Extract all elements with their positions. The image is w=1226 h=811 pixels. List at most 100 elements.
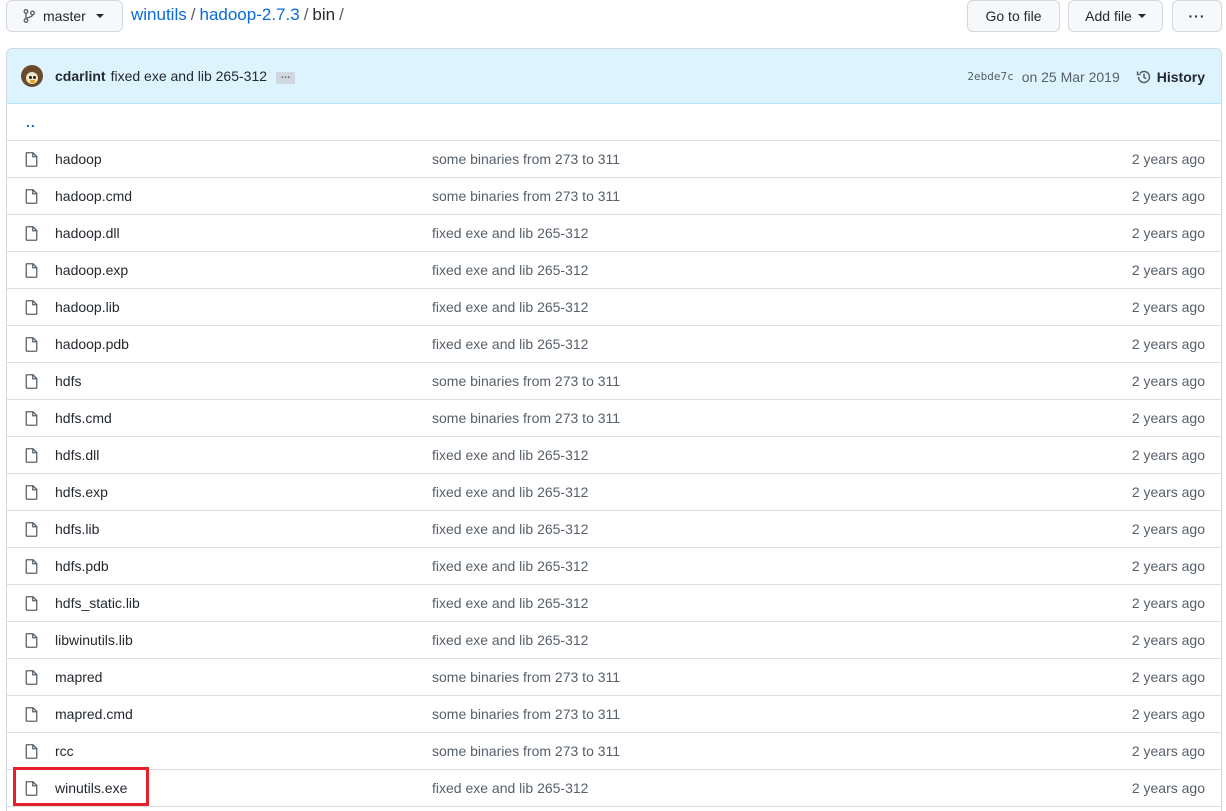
- file-name-link[interactable]: hdfs.dll: [55, 447, 99, 463]
- file-age: 2 years ago: [1131, 373, 1205, 389]
- file-row[interactable]: libwinutils.lib fixed exe and lib 265-31…: [7, 622, 1221, 659]
- file-name-link[interactable]: winutils.exe: [55, 780, 127, 796]
- file-name-link[interactable]: hadoop: [55, 151, 102, 167]
- file-age: 2 years ago: [1131, 151, 1205, 167]
- file-row[interactable]: hadoop.cmd some binaries from 273 to 311…: [7, 178, 1221, 215]
- file-row[interactable]: mapred some binaries from 273 to 311 2 y…: [7, 659, 1221, 696]
- branch-select-button[interactable]: master: [6, 0, 123, 32]
- file-name-link[interactable]: hdfs.exp: [55, 484, 108, 500]
- file-commit-message-link[interactable]: fixed exe and lib 265-312: [432, 780, 588, 796]
- file-icon: [25, 448, 38, 463]
- file-icon: [25, 300, 38, 315]
- file-commit-message-link[interactable]: some binaries from 273 to 311: [432, 669, 620, 685]
- file-age: 2 years ago: [1131, 262, 1205, 278]
- parent-directory-link[interactable]: ..: [26, 114, 36, 130]
- file-name-link[interactable]: hadoop.pdb: [55, 336, 129, 352]
- file-row[interactable]: hadoop.pdb fixed exe and lib 265-312 2 y…: [7, 326, 1221, 363]
- file-row[interactable]: hdfs.cmd some binaries from 273 to 311 2…: [7, 400, 1221, 437]
- file-row[interactable]: hdfs.exp fixed exe and lib 265-312 2 yea…: [7, 474, 1221, 511]
- file-age: 2 years ago: [1131, 595, 1205, 611]
- breadcrumb: winutils / hadoop-2.7.3/bin /: [131, 5, 348, 25]
- commit-sha-link[interactable]: 2ebde7c: [967, 70, 1013, 83]
- file-commit-message-link[interactable]: fixed exe and lib 265-312: [432, 447, 588, 463]
- breadcrumb-folder-link[interactable]: hadoop-2.7.3: [199, 5, 299, 24]
- file-name-link[interactable]: hadoop.cmd: [55, 188, 132, 204]
- file-name-link[interactable]: mapred: [55, 669, 102, 685]
- file-row[interactable]: hdfs.lib fixed exe and lib 265-312 2 yea…: [7, 511, 1221, 548]
- file-row[interactable]: hadoop.dll fixed exe and lib 265-312 2 y…: [7, 215, 1221, 252]
- file-commit-message-link[interactable]: fixed exe and lib 265-312: [432, 595, 588, 611]
- breadcrumb-separator: /: [339, 5, 344, 24]
- file-commit-message-link[interactable]: some binaries from 273 to 311: [432, 373, 620, 389]
- file-icon: [25, 152, 38, 167]
- expand-commit-message-button[interactable]: …: [276, 71, 296, 84]
- more-options-button[interactable]: ···: [1172, 0, 1222, 32]
- commit-date: on 25 Mar 2019: [1021, 68, 1120, 85]
- avatar[interactable]: [21, 65, 43, 87]
- file-icon: [25, 559, 38, 574]
- file-commit-message-link[interactable]: fixed exe and lib 265-312: [432, 225, 588, 241]
- file-icon: [25, 596, 38, 611]
- file-row[interactable]: hdfs some binaries from 273 to 311 2 yea…: [7, 363, 1221, 400]
- file-commit-message-link[interactable]: fixed exe and lib 265-312: [432, 521, 588, 537]
- file-row[interactable]: hadoop.exp fixed exe and lib 265-312 2 y…: [7, 252, 1221, 289]
- history-link[interactable]: History: [1136, 69, 1205, 85]
- file-name-link[interactable]: libwinutils.lib: [55, 632, 133, 648]
- file-name-link[interactable]: hdfs_static.lib: [55, 595, 140, 611]
- file-commit-message-link[interactable]: some binaries from 273 to 311: [432, 743, 620, 759]
- latest-commit-header: cdarlint fixed exe and lib 265-312 … 2eb…: [7, 49, 1221, 104]
- file-name-link[interactable]: mapred.cmd: [55, 706, 133, 722]
- file-row[interactable]: rcc some binaries from 273 to 311 2 year…: [7, 733, 1221, 770]
- file-icon: [25, 707, 38, 722]
- file-age: 2 years ago: [1131, 780, 1205, 796]
- file-row[interactable]: hdfs.pdb fixed exe and lib 265-312 2 yea…: [7, 548, 1221, 585]
- file-commit-message-link[interactable]: some binaries from 273 to 311: [432, 188, 620, 204]
- file-row[interactable]: hdfs_static.lib fixed exe and lib 265-31…: [7, 585, 1221, 622]
- commit-author[interactable]: cdarlint: [55, 68, 106, 84]
- breadcrumb-repo-link[interactable]: winutils: [131, 5, 187, 24]
- file-row[interactable]: winutils.exe fixed exe and lib 265-312 2…: [7, 770, 1221, 807]
- file-name-link[interactable]: hadoop.dll: [55, 225, 120, 241]
- file-name-link[interactable]: hdfs.lib: [55, 521, 99, 537]
- file-row[interactable]: hdfs.dll fixed exe and lib 265-312 2 yea…: [7, 437, 1221, 474]
- file-name-link[interactable]: hadoop.exp: [55, 262, 128, 278]
- parent-directory-row[interactable]: ..: [7, 104, 1221, 141]
- add-file-label: Add file: [1085, 8, 1132, 24]
- file-icon: [25, 337, 38, 352]
- file-commit-message-link[interactable]: some binaries from 273 to 311: [432, 151, 620, 167]
- file-commit-message-link[interactable]: fixed exe and lib 265-312: [432, 484, 588, 500]
- file-icon: [25, 226, 38, 241]
- file-name-link[interactable]: hadoop.lib: [55, 299, 120, 315]
- file-age: 2 years ago: [1131, 632, 1205, 648]
- file-age: 2 years ago: [1131, 484, 1205, 500]
- file-age: 2 years ago: [1131, 447, 1205, 463]
- file-name-link[interactable]: hdfs: [55, 373, 81, 389]
- file-commit-message-link[interactable]: fixed exe and lib 265-312: [432, 262, 588, 278]
- file-age: 2 years ago: [1131, 521, 1205, 537]
- add-file-button[interactable]: Add file: [1068, 0, 1163, 32]
- file-icon: [25, 633, 38, 648]
- go-to-file-button[interactable]: Go to file: [967, 0, 1060, 32]
- file-age: 2 years ago: [1131, 669, 1205, 685]
- file-commit-message-link[interactable]: fixed exe and lib 265-312: [432, 336, 588, 352]
- breadcrumb-current: bin: [312, 5, 336, 24]
- file-row[interactable]: hadoop.lib fixed exe and lib 265-312 2 y…: [7, 289, 1221, 326]
- file-commit-message-link[interactable]: fixed exe and lib 265-312: [432, 558, 588, 574]
- file-row[interactable]: hadoop some binaries from 273 to 311 2 y…: [7, 141, 1221, 178]
- file-row[interactable]: mapred.cmd some binaries from 273 to 311…: [7, 696, 1221, 733]
- file-rows: hadoop some binaries from 273 to 311 2 y…: [7, 141, 1221, 807]
- file-commit-message-link[interactable]: some binaries from 273 to 311: [432, 706, 620, 722]
- repo-toolbar: master winutils / hadoop-2.7.3/bin / Go to …: [0, 0, 1226, 40]
- file-icon: [25, 670, 38, 685]
- file-name-link[interactable]: hdfs.cmd: [55, 410, 112, 426]
- history-icon: [1136, 70, 1151, 83]
- commit-message[interactable]: fixed exe and lib 265-312: [111, 68, 267, 84]
- file-icon: [25, 522, 38, 537]
- file-age: 2 years ago: [1131, 336, 1205, 352]
- file-commit-message-link[interactable]: some binaries from 273 to 311: [432, 410, 620, 426]
- file-commit-message-link[interactable]: fixed exe and lib 265-312: [432, 632, 588, 648]
- file-name-link[interactable]: rcc: [55, 743, 74, 759]
- git-branch-icon: [23, 9, 35, 23]
- file-commit-message-link[interactable]: fixed exe and lib 265-312: [432, 299, 588, 315]
- file-name-link[interactable]: hdfs.pdb: [55, 558, 109, 574]
